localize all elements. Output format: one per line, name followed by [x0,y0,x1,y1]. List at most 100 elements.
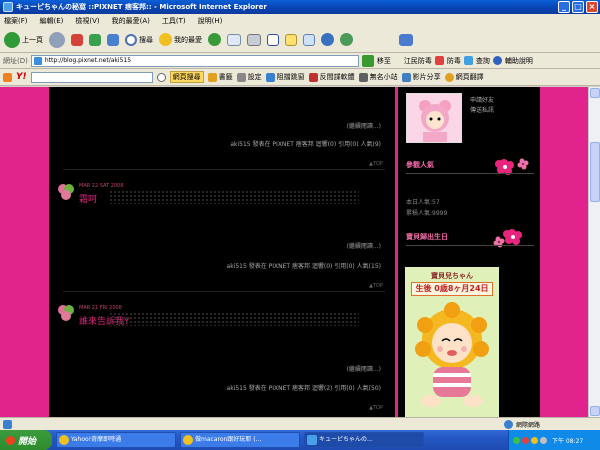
media-icon[interactable] [208,33,221,46]
jiangmin-label[interactable]: 江民防毒 [404,56,432,66]
baby-lion-illustration-icon [415,302,489,407]
baby-widget-title: 寶貝兒ちゃん [431,272,473,280]
menu-edit[interactable]: 編輯(E) [40,16,64,26]
minimize-button[interactable]: _ [558,1,570,13]
settings-button[interactable]: 設定 [236,72,262,82]
taskbar-item-ie[interactable]: キューピちゃんの... [304,432,424,448]
jiangmin-icon[interactable] [399,33,413,46]
baby-age-counter: 生後 0歳8ヶ月24日 [411,282,493,296]
settings-label: 設定 [247,73,262,81]
menu-help[interactable]: 說明(H) [198,16,223,26]
back-button[interactable]: 上一頁 [4,31,43,48]
yahoo-search-input[interactable] [30,71,153,83]
scroll-down-icon[interactable] [590,406,600,416]
star-icon [159,33,172,46]
menu-tools[interactable]: 工具(T) [162,16,186,26]
standard-toolbar: 上一頁 搜尋 我的最愛 [0,27,600,53]
stop-icon[interactable] [71,33,83,46]
send-message-link[interactable]: 傳送私訊 [470,105,494,114]
query-icon [463,56,473,65]
profile-avatar[interactable] [406,93,462,143]
menu-favorites[interactable]: 我的最愛(A) [112,16,150,26]
maximize-button[interactable]: □ [572,1,584,13]
mail-icon[interactable] [227,33,241,46]
word-edit-icon[interactable] [267,33,279,46]
help-button[interactable]: 輔助說明 [505,56,533,66]
video-label: 影片分享 [412,73,441,81]
blocker-label: 阻擋跳窗 [276,73,305,81]
translate-label: 網頁翻譯 [455,73,484,81]
post-date: MAR 22 SAT 2008 [79,183,124,189]
taskbar-item-yahoo[interactable]: Yahoo!奇摩即時通 [56,432,176,448]
popularity-heading: 參觀人氣 [406,161,434,169]
antivirus-button[interactable]: 防毒 [447,56,461,66]
post-date: MAR 21 FRI 2008 [79,305,122,311]
favorites-button[interactable]: 我的最愛 [159,33,202,46]
query-button[interactable]: 查詢 [476,56,490,66]
page-icon [33,56,42,65]
web-search-button[interactable]: 網頁搜尋 [169,71,204,83]
clock: 下午 08:27 [552,437,584,445]
scroll-thumb[interactable] [590,142,600,202]
read-more-link[interactable]: (繼續閱讀...) [347,241,381,250]
yahoo-logo[interactable]: Y! [16,72,27,82]
address-input[interactable]: http://blog.pixnet.net/aki515 [30,54,359,67]
note-icon[interactable] [285,33,297,46]
start-button[interactable]: 開始 [0,430,52,450]
search-icon[interactable] [156,72,166,82]
forward-arrow-icon[interactable] [49,31,65,48]
back-label: 上一頁 [22,35,43,44]
add-friend-link[interactable]: 申請好友 [470,95,494,104]
popup-blocker-button[interactable]: 阻擋跳窗 [265,72,305,82]
antispy-icon [308,72,318,82]
task-label: 做macaron跟好玩耶 (... [195,436,262,443]
help-icon [492,56,502,65]
video-button[interactable]: 影片分享 [401,72,441,82]
antispy-label: 反間諜軟體 [319,73,355,81]
post-title[interactable]: 霜呵 [79,192,97,205]
ie-icon [307,435,317,445]
sidebar-divider [406,245,534,246]
search-button[interactable]: 搜尋 [125,33,153,46]
search-label: 搜尋 [139,35,153,44]
tray-messenger-icon[interactable] [531,436,538,444]
print-icon[interactable] [247,33,261,46]
back-to-top-link[interactable]: ▲TOP [369,405,383,411]
refresh-icon[interactable] [89,33,101,46]
research-icon[interactable] [303,33,315,46]
go-icon[interactable] [361,54,374,67]
wretch-button[interactable]: 無名小站 [358,72,398,82]
address-bar: 網址(D) http://blog.pixnet.net/aki515 移至 江… [0,53,600,69]
window-title-bar: キューピちゃんの秘窩 ::PIXNET 痞客邦:: - Microsoft In… [0,0,600,14]
search-icon [125,33,137,46]
messenger-icon[interactable] [321,33,334,46]
back-to-top-link[interactable]: ▲TOP [369,283,383,289]
close-button[interactable]: × [586,1,598,13]
pink-bear-avatar-icon [407,94,461,142]
clover-icon [58,184,74,200]
read-more-link[interactable]: (繼續閱讀...) [347,364,381,373]
menu-view[interactable]: 檢視(V) [75,16,99,26]
home-icon[interactable] [107,33,119,46]
go-button[interactable]: 移至 [377,56,391,66]
post-meta: aki515 發表在 PIXNET 痞客邦 迴響(2) 引用(0) 人氣(50) [226,385,381,392]
antispy-button[interactable]: 反間諜軟體 [308,72,355,82]
tray-antivirus-icon[interactable] [522,436,529,444]
birthday-heading: 寶貝歸出生日 [406,233,448,241]
tray-volume-icon[interactable] [540,436,547,444]
scroll-up-icon[interactable] [590,88,600,98]
menu-file[interactable]: 檔案(F) [4,16,28,26]
flower-decoration-icon [495,158,529,175]
taskbar-item-macaron[interactable]: 做macaron跟好玩耶 (... [180,432,300,448]
vertical-scrollbar[interactable] [588,87,600,417]
read-more-link[interactable]: (繼續閱讀...) [347,121,381,130]
back-arrow-icon [4,31,20,48]
post-meta: aki515 發表在 PIXNET 痞客邦 迴響(0) 引用(0) 人氣(9) [230,141,381,148]
tray-network-icon[interactable] [513,436,520,444]
back-to-top-link[interactable]: ▲TOP [369,161,383,167]
translate-button[interactable]: 網頁翻譯 [444,72,484,82]
post-separator [63,169,385,170]
people-icon[interactable] [340,33,353,46]
bookmarks-button[interactable]: 書籤 [207,72,233,82]
ie-options-icon[interactable] [3,72,12,82]
